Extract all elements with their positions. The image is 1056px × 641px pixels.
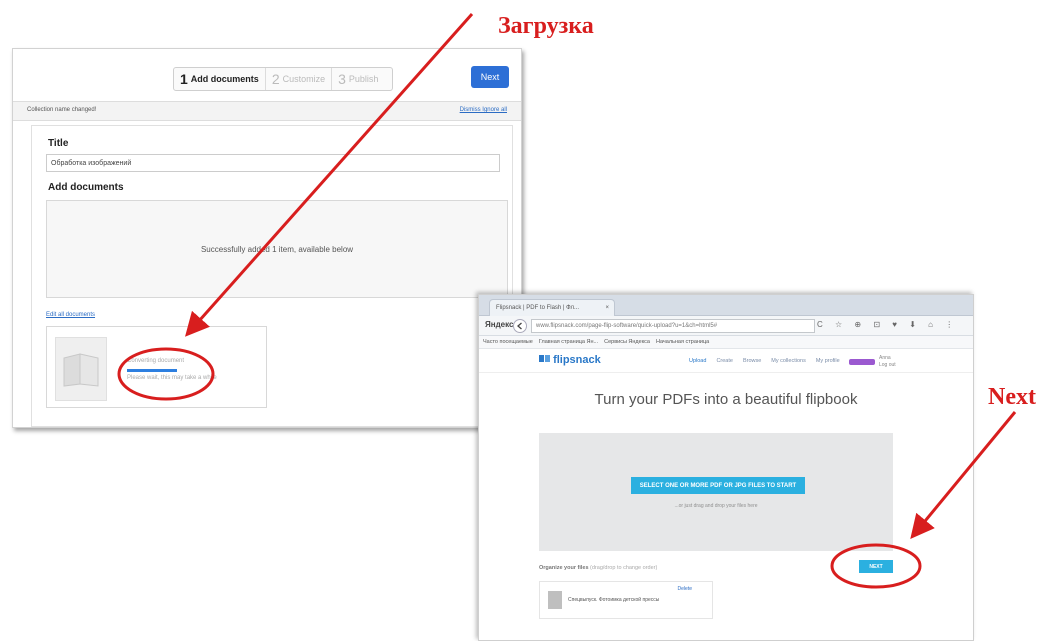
- upload-annotation-label: Загрузка: [498, 13, 594, 39]
- step-number: 3: [338, 71, 346, 87]
- book-icon: [63, 353, 99, 387]
- flipsnack-logo[interactable]: flipsnack: [539, 354, 601, 366]
- flipsnack-logo-text: flipsnack: [553, 354, 601, 366]
- user-name: Anna: [879, 355, 891, 361]
- bookmark-item[interactable]: Начальная страница: [656, 339, 709, 345]
- step-label: Publish: [348, 74, 379, 84]
- menu-browse[interactable]: Browse: [743, 358, 761, 364]
- step-publish[interactable]: 3 Publish: [332, 68, 384, 90]
- bookmarks-bar: Часто посещаемые Главная страница Ян... …: [479, 336, 973, 349]
- flipsnack-menu: Upload Create Browse My collections My p…: [689, 358, 840, 364]
- file-thumbnail: [548, 591, 562, 609]
- document-status: Please wait, this may take a while: [127, 375, 217, 381]
- wizard-steps: 1 Add documents 2 Customize 3 Publish: [173, 67, 393, 91]
- menu-create[interactable]: Create: [716, 358, 733, 364]
- notice-bar: Collection name changed! Dismiss Ignore …: [13, 101, 521, 121]
- title-heading: Title: [48, 138, 69, 149]
- logout-link[interactable]: Log out: [879, 362, 896, 369]
- browser-logo: Яндекс: [485, 320, 514, 329]
- step-customize[interactable]: 2 Customize: [266, 68, 333, 90]
- step-number: 1: [180, 71, 188, 87]
- bookmark-item[interactable]: Часто посещаемые: [483, 339, 533, 345]
- step-label: Add documents: [190, 74, 259, 84]
- bookmark-item[interactable]: Главная страница Ян...: [539, 339, 598, 345]
- menu-my-profile[interactable]: My profile: [816, 358, 840, 364]
- menu-upload[interactable]: Upload: [689, 358, 706, 364]
- organize-files-label: Organize your files (drag/drop to change…: [539, 565, 657, 571]
- flipsnack-logo-icon: [539, 355, 550, 362]
- flipsnack-screenshot: Flipsnack | PDF to Flash | Фл... × Яндек…: [478, 294, 974, 641]
- next-annotation-label: Next: [988, 384, 1036, 410]
- close-icon[interactable]: ×: [605, 305, 609, 311]
- bookmark-item[interactable]: Сервисы Яндекса: [604, 339, 650, 345]
- file-name: Спецвыпуск. Фотоимка детской прессы: [568, 597, 660, 603]
- browser-tab-strip: Flipsnack | PDF to Flash | Фл... ×: [479, 295, 973, 316]
- select-files-button[interactable]: SELECT ONE OR MORE PDF OR JPG FILES TO S…: [631, 477, 805, 494]
- drop-hint: ...or just drag and drop your files here: [674, 503, 758, 509]
- user-menu[interactable]: Anna Log out: [879, 355, 896, 369]
- step-label: Customize: [282, 74, 326, 84]
- next-button[interactable]: NEXT: [859, 560, 893, 573]
- browser-tab-title: Flipsnack | PDF to Flash | Фл...: [496, 305, 580, 311]
- notice-text: Collection name changed!: [27, 107, 97, 113]
- dropzone-message: Successfully added 1 item, available bel…: [200, 244, 354, 254]
- hero-heading: Turn your PDFs into a beautiful flipbook: [594, 391, 858, 408]
- back-arrow-icon[interactable]: [513, 319, 527, 333]
- account-badge: [849, 359, 875, 365]
- organize-title: Organize your files: [539, 565, 589, 571]
- document-name: Converting document: [127, 358, 185, 364]
- collection-form: Title Обработка изображений Add document…: [31, 125, 513, 427]
- document-thumbnail: [55, 337, 107, 401]
- address-bar[interactable]: www.flipsnack.com/page-flip-software/qui…: [531, 319, 815, 333]
- browser-toolbar-icons[interactable]: C ☆ ⊕ ⊡ ♥ ⬇ ⌂ ⋮: [817, 320, 958, 329]
- document-progress-bar: [127, 369, 177, 372]
- upload-page-screenshot: 1 Add documents 2 Customize 3 Publish Ne…: [12, 48, 522, 428]
- browser-tab[interactable]: Flipsnack | PDF to Flash | Фл... ×: [489, 299, 615, 316]
- document-card[interactable]: Converting document Please wait, this ma…: [46, 326, 267, 408]
- file-delete-link[interactable]: Delete: [678, 586, 692, 592]
- browser-nav-bar: Яндекс www.flipsnack.com/page-flip-softw…: [479, 316, 973, 336]
- add-documents-heading: Add documents: [48, 182, 124, 193]
- step-number: 2: [271, 71, 280, 87]
- edit-all-documents-link[interactable]: Edit all documents: [46, 312, 95, 318]
- organize-hint: (drag/drop to change order): [590, 565, 658, 571]
- document-dropzone[interactable]: Successfully added 1 item, available bel…: [46, 200, 508, 298]
- next-button[interactable]: Next: [471, 66, 509, 88]
- title-input[interactable]: Обработка изображений: [46, 154, 500, 172]
- notice-dismiss-links[interactable]: Dismiss Ignore all: [460, 107, 507, 113]
- menu-my-collections[interactable]: My collections: [771, 358, 806, 364]
- flipsnack-header: flipsnack Upload Create Browse My collec…: [479, 350, 973, 373]
- step-add-documents[interactable]: 1 Add documents: [174, 68, 266, 90]
- upload-area[interactable]: SELECT ONE OR MORE PDF OR JPG FILES TO S…: [539, 433, 893, 551]
- file-card[interactable]: Спецвыпуск. Фотоимка детской прессы Dele…: [539, 581, 713, 619]
